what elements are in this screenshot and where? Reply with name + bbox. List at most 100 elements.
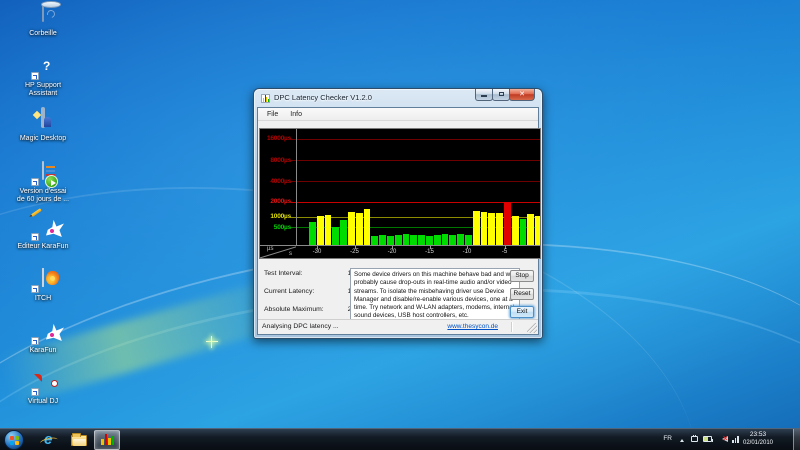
y-axis-labels: 500µs1000µs2000µs4000µs8000µs16000µs [260,129,296,245]
desktop-icon-magic-desktop[interactable]: Magic Desktop [15,109,71,143]
desktop-icon-label: Virtual DJ [15,398,71,406]
trial-icon [31,162,55,186]
latency-bar [434,235,441,245]
hidden-icons-chevron-icon[interactable] [680,439,684,442]
clock[interactable]: 23:53 02/01/2010 [738,431,778,447]
menubar: FileInfo [258,108,538,121]
latency-bar [465,235,472,245]
bird-icon [46,219,64,237]
clock-date: 02/01/2010 [738,439,778,447]
menu-item-file[interactable]: File [262,110,283,119]
latency-bar [442,234,449,245]
x-unit-label: s [289,251,292,257]
reset-button[interactable]: Reset [510,288,534,300]
close-button[interactable]: ✕ [509,89,535,101]
stats-panel: Test Interval:1000 µsCurrent Latency:123… [264,268,348,322]
dpc-app-icon [101,434,114,445]
shortcut-arrow-icon [31,285,39,293]
taskbar: e FR 23:53 02/01/2010 [0,428,800,450]
gridline-4000 [297,181,540,182]
statusbar: Analysing DPC latency ... www.thesycon.d… [258,319,538,334]
play-badge-icon [45,175,58,188]
latency-bar [387,236,394,245]
desktop-icon-karafun[interactable]: KaraFun [15,321,71,355]
latency-bar [395,235,402,245]
recycle-bin-art [42,3,44,22]
show-desktop-button[interactable] [793,429,800,450]
latency-bar [403,234,410,245]
desktop: Corbeille HP SupportAssistant Magic Deskto… [0,0,800,450]
start-button[interactable] [4,430,24,450]
maximize-icon [499,92,504,96]
latency-bar [535,216,540,245]
desktop-icon-virtual-dj[interactable]: Virtual DJ [15,372,71,406]
desktop-icon-label: ITCH [15,295,71,303]
latency-bar [410,235,417,245]
action-buttons: Stop Reset Exit [510,270,534,324]
battery-icon[interactable] [703,436,712,442]
latency-bar [309,222,316,245]
volume-muted-icon[interactable] [722,436,728,442]
hp-support-icon [31,56,55,80]
desktop-icon-trial[interactable]: Version d'essaide 60 jours de ... [15,162,71,203]
latency-bar [504,202,511,245]
desktop-icon-label: KaraFun [15,347,71,355]
desktop-icon-itch[interactable]: ITCH [15,269,71,303]
latency-bar [520,219,527,245]
bird-icon [46,323,64,341]
desktop-icon-label: Editeur KaraFun [15,243,71,251]
x-axis-label: -10 [457,249,477,255]
exit-button[interactable]: Exit [510,306,534,318]
resize-grip[interactable] [527,323,537,333]
y-axis-label-2000: 2000µs [270,198,291,206]
latency-bar [371,236,378,245]
desktop-icon-hp-support[interactable]: HP SupportAssistant [15,56,71,97]
latency-bar [473,211,480,245]
y-axis-label-1000: 1000µs [270,213,291,221]
shortcut-arrow-icon [31,233,39,241]
maximize-button[interactable] [492,89,510,101]
desktop-icon-karafun-editor[interactable]: Editeur KaraFun [15,217,71,251]
latency-bar [379,235,386,245]
taskbar-item-explorer[interactable] [66,430,92,450]
minimize-icon [481,95,487,97]
x-axis: -30-25-20-15-10-5 [296,245,540,258]
latency-bar [481,212,488,245]
stat-row: Test Interval:1000 µs [264,268,348,286]
thesycon-link[interactable]: www.thesycon.de [447,323,498,330]
window-title: DPC Latency Checker V1.2.0 [274,93,372,102]
power-plug-icon[interactable] [691,436,698,442]
shortcut-arrow-icon [31,337,39,345]
language-indicator[interactable]: FR [663,435,672,442]
gridline-16000 [297,139,540,140]
stat-label: Test Interval: [264,270,303,277]
y-axis-label-8000: 8000µs [270,157,291,165]
status-separator [511,322,512,332]
latency-bar [348,212,355,245]
latency-bar [364,209,371,245]
shortcut-arrow-icon [31,178,39,186]
itch-art [42,268,44,287]
window-client-area: FileInfo 500µs1000µs2000µs4000µs8000µs16… [257,107,539,335]
taskbar-item-internet-explorer[interactable]: e [38,430,64,450]
latency-chart: 500µs1000µs2000µs4000µs8000µs16000µs -30… [259,128,541,259]
latency-bar [356,213,363,245]
wallpaper-sparkle [206,336,218,348]
titlebar[interactable]: DPC Latency Checker V1.2.0 ✕ [254,89,542,107]
karafun-editor-icon [31,217,55,241]
stop-button[interactable]: Stop [510,270,534,282]
chart-plot-area [296,129,540,245]
x-axis-label: -25 [345,249,365,255]
taskbar-item-dpc-latency-checker[interactable] [94,430,120,450]
latency-bar [340,220,347,245]
menu-item-info[interactable]: Info [285,110,307,119]
desktop-icon-recycle-bin[interactable]: Corbeille [15,4,71,38]
latency-bar [426,236,433,245]
minimize-button[interactable] [475,89,493,101]
pencil-icon [31,208,42,217]
folder-icon [71,435,87,446]
latency-bar [488,213,495,245]
latency-bar [496,213,503,246]
latency-bar [325,215,332,245]
shortcut-arrow-icon [31,388,39,396]
